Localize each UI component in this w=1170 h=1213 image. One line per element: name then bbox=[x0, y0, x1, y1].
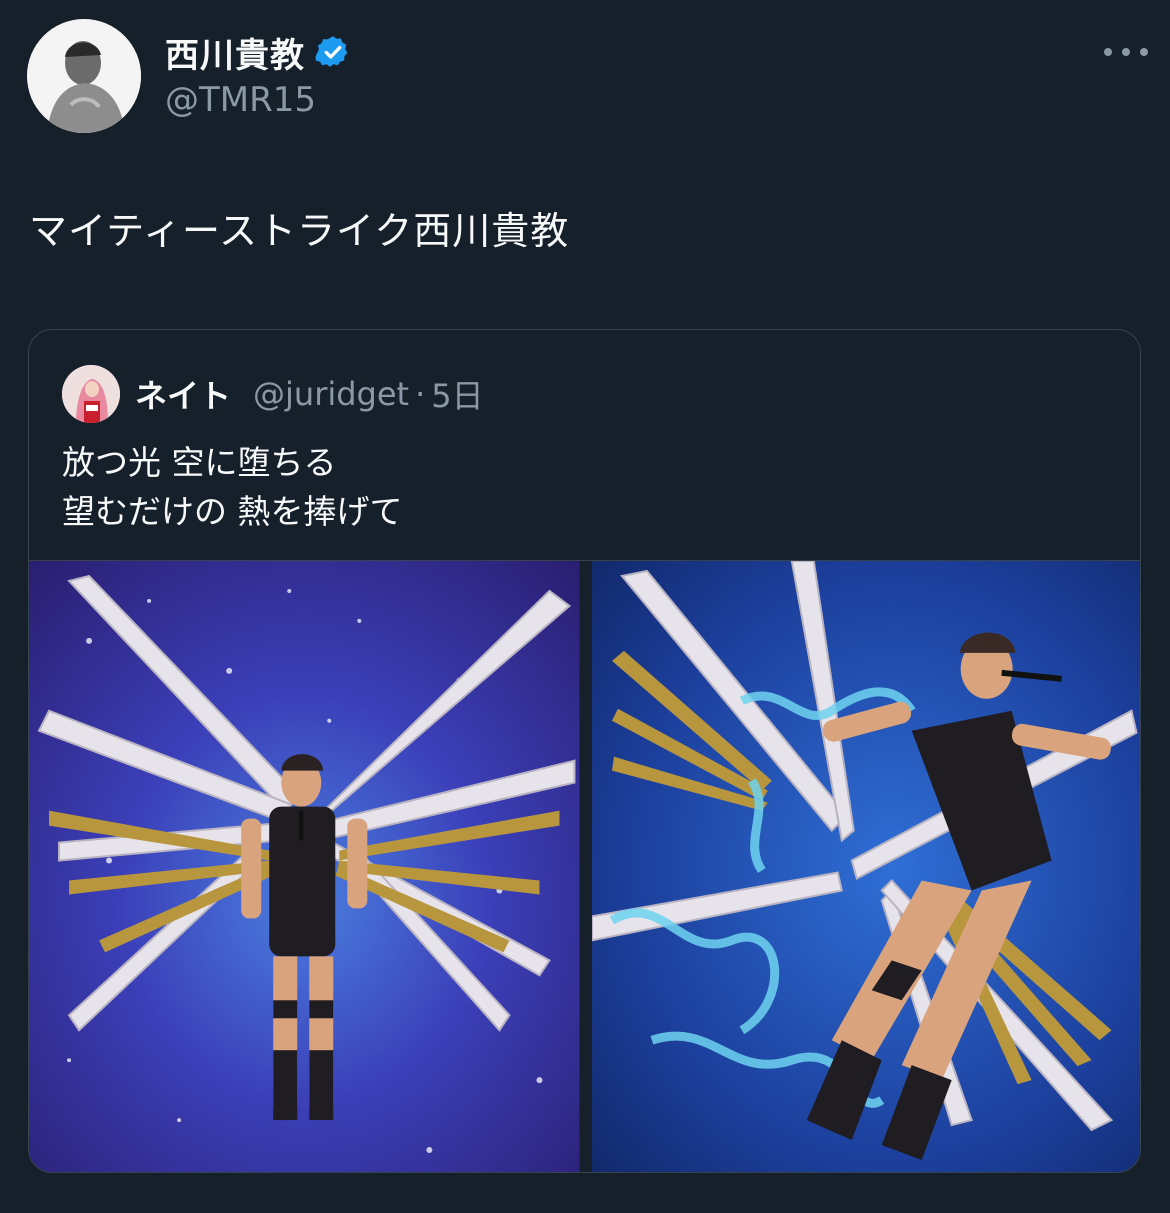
more-dot bbox=[1122, 48, 1130, 56]
quoted-timestamp[interactable]: 5日 bbox=[431, 371, 483, 417]
quoted-handle[interactable]: @juridget bbox=[253, 375, 409, 413]
tweet-detail: 西川貴教 @TMR15 マイティーストライク西川貴教 ネイト @juridget… bbox=[0, 0, 1170, 1213]
verified-badge-icon bbox=[315, 36, 348, 67]
more-options-icon[interactable] bbox=[1104, 38, 1148, 66]
author-name-row[interactable]: 西川貴教 bbox=[165, 28, 351, 77]
photo-figure-winged-front[interactable] bbox=[29, 561, 580, 1172]
photo-figure-winged-lying[interactable] bbox=[591, 561, 1140, 1172]
more-dot bbox=[1140, 48, 1148, 56]
author-avatar[interactable] bbox=[27, 19, 141, 133]
author-display-name[interactable]: 西川貴教 bbox=[165, 28, 305, 77]
quoted-media bbox=[29, 560, 1140, 1172]
quoted-text: 放つ光 空に堕ちる 望むだけの 熱を捧げて bbox=[62, 438, 403, 536]
author-handle[interactable]: @TMR15 bbox=[165, 80, 316, 120]
quoted-header: ネイト @juridget · 5日 bbox=[135, 372, 484, 416]
quoted-display-name[interactable]: ネイト bbox=[135, 371, 231, 417]
quoted-text-line: 放つ光 空に堕ちる bbox=[62, 443, 337, 482]
quoted-text-line: 望むだけの 熱を捧げて bbox=[62, 492, 403, 531]
tweet-text: マイティーストライク西川貴教 bbox=[29, 209, 570, 253]
quoted-author-avatar[interactable] bbox=[62, 365, 120, 423]
quoted-tweet[interactable]: ネイト @juridget · 5日 放つ光 空に堕ちる 望むだけの 熱を捧げて bbox=[28, 329, 1141, 1173]
more-dot bbox=[1104, 48, 1112, 56]
separator-dot: · bbox=[415, 375, 426, 413]
